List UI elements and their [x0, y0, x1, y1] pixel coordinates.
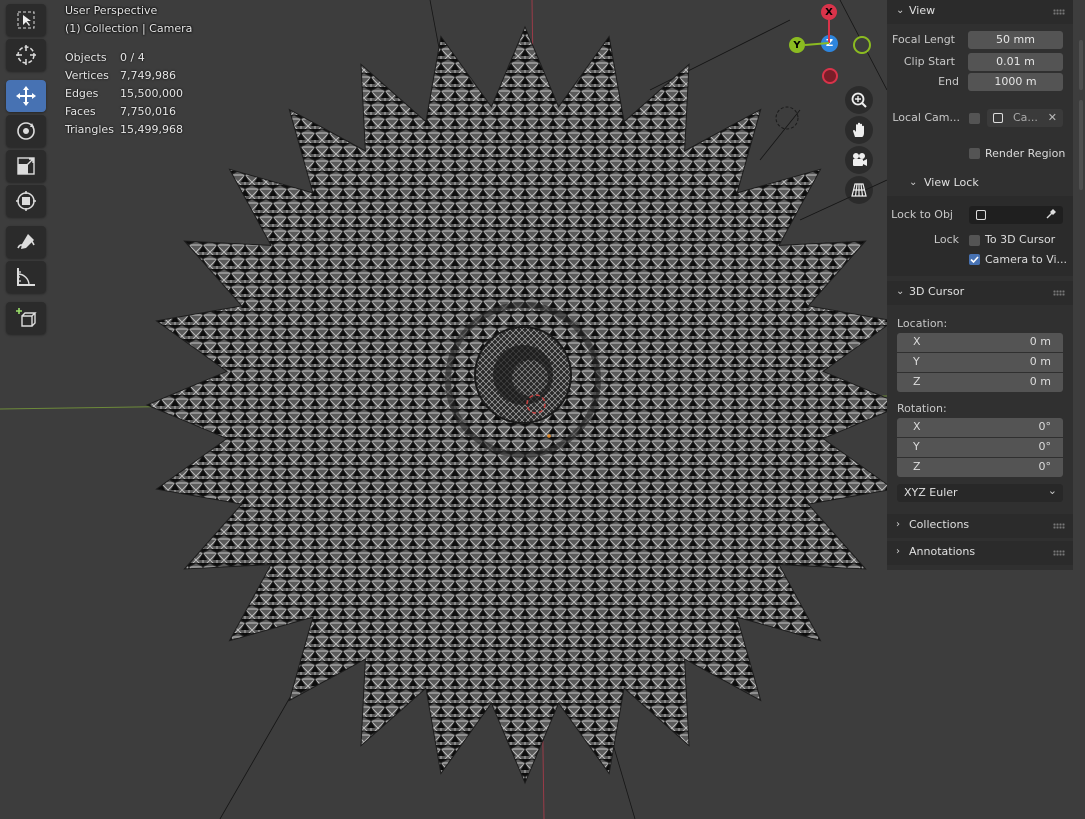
location-z-field[interactable]: Z0 m [897, 373, 1063, 392]
focal-length-field[interactable]: 50 mm [968, 31, 1063, 49]
cursor-tool[interactable] [6, 39, 46, 71]
annotate-icon [17, 234, 35, 249]
chevron-right-icon: › [896, 519, 900, 530]
location-y-field[interactable]: Y0 m [897, 353, 1063, 372]
cursor-icon [16, 45, 36, 65]
clip-end-field[interactable]: 1000 m [968, 73, 1063, 91]
transform-icon [16, 191, 36, 211]
grid-icon [851, 183, 867, 197]
sidebar-region-edge [1073, 0, 1085, 819]
perspective-toggle-button[interactable] [845, 176, 873, 204]
local-camera-field[interactable]: Ca... ✕ [987, 109, 1063, 127]
checkmark-icon [970, 256, 979, 264]
sidebar-tab[interactable] [1079, 100, 1083, 190]
local-camera-checkbox[interactable] [969, 113, 980, 124]
rotation-mode-dropdown[interactable]: XYZ Euler ⌄ [897, 484, 1063, 502]
sidebar-tab[interactable] [1079, 40, 1083, 90]
drag-handle-icon[interactable] [1053, 550, 1065, 556]
chevron-down-icon: ⌄ [1047, 484, 1057, 497]
move-tool[interactable] [6, 80, 46, 112]
3d-viewport[interactable]: User Perspective (1) Collection | Camera… [0, 0, 1085, 819]
lock-to-object-field[interactable] [969, 206, 1063, 224]
clip-start-label: Clip Start [903, 55, 955, 68]
rotate-icon [17, 122, 35, 140]
gizmo-z-axis[interactable]: Z [821, 35, 838, 52]
annotations-panel-header[interactable]: › Annotations [887, 541, 1073, 565]
clip-end-label: End [938, 75, 959, 88]
clip-start-field[interactable]: 0.01 m [968, 53, 1063, 71]
gizmo-x-axis[interactable]: X [821, 4, 837, 20]
zoom-button[interactable] [845, 86, 873, 114]
render-region-checkbox[interactable] [969, 148, 980, 159]
camera-object-icon [993, 113, 1003, 123]
object-icon [976, 210, 986, 220]
3d-cursor-panel-header[interactable]: ⌄ 3D Cursor [887, 281, 1073, 305]
lock-to-3d-cursor-label: To 3D Cursor [985, 233, 1056, 246]
gizmo-neg-y[interactable] [853, 36, 871, 54]
view-panel-header[interactable]: ⌄ View [887, 0, 1073, 24]
lock-label: Lock [933, 233, 959, 246]
select-box-tool[interactable] [6, 4, 46, 36]
camera-view-button[interactable] [845, 146, 873, 174]
view-title: User Perspective [65, 4, 158, 17]
camera-to-view-label: Camera to Vi... [985, 253, 1068, 266]
clear-icon[interactable]: ✕ [1048, 109, 1057, 127]
pan-button[interactable] [845, 116, 873, 144]
collections-panel-header[interactable]: › Collections [887, 514, 1073, 538]
rotation-z-field[interactable]: Z 0° [897, 458, 1063, 477]
rotation-x-field[interactable]: X 0° [897, 418, 1063, 437]
local-camera-label: Local Cam... [892, 111, 960, 124]
focal-length-label: Focal Lengt [892, 33, 955, 46]
rotation-y-field[interactable]: Y 0° [897, 438, 1063, 457]
gizmo-neg-z[interactable] [822, 68, 838, 84]
view-panel: Focal Lengt 50 mm Clip Start 0.01 m End … [887, 24, 1073, 172]
add-cube-icon [16, 308, 37, 327]
location-label: Location: [897, 317, 948, 330]
transform-tool[interactable] [6, 185, 46, 217]
annotate-tool[interactable] [6, 226, 46, 258]
add-cube-tool[interactable] [6, 302, 46, 334]
chevron-down-icon: ⌄ [896, 5, 905, 16]
gizmo-y-axis[interactable]: Y [789, 37, 805, 53]
camera-icon [853, 153, 867, 166]
measure-icon [17, 268, 35, 286]
render-region-label: Render Region [985, 147, 1066, 160]
properties-sidebar: ⌄ View Focal Lengt 50 mm Clip Start 0.01… [887, 0, 1073, 570]
eyedropper-icon[interactable] [1045, 208, 1057, 220]
lock-to-3d-cursor-checkbox[interactable] [969, 235, 980, 246]
drag-handle-icon[interactable] [1053, 523, 1065, 529]
view-subtitle: (1) Collection | Camera [65, 22, 193, 35]
view-lock-panel-header[interactable]: ⌄ View Lock [887, 172, 1073, 196]
move-icon [16, 86, 36, 106]
location-x-field[interactable]: X0 m [897, 333, 1063, 352]
lock-to-object-label: Lock to Obj [891, 208, 953, 221]
measure-tool[interactable] [6, 261, 46, 293]
hand-icon [853, 122, 864, 137]
zoom-icon [851, 92, 867, 108]
rotate-tool[interactable] [6, 115, 46, 147]
scale-tool[interactable] [6, 150, 46, 182]
scale-icon [17, 157, 35, 175]
chevron-right-icon: › [896, 546, 900, 557]
select-box-icon [17, 11, 35, 29]
drag-handle-icon[interactable] [1053, 9, 1065, 15]
chevron-down-icon: ⌄ [896, 286, 905, 297]
rotation-label: Rotation: [897, 402, 947, 415]
3d-cursor-panel: Location: X0 m Y0 m Z0 m Rotation: X 0° Y… [887, 305, 1073, 510]
camera-to-view-checkbox[interactable] [969, 254, 980, 265]
chevron-down-icon: ⌄ [909, 177, 918, 188]
drag-handle-icon[interactable] [1053, 290, 1065, 296]
view-lock-panel: Lock to Obj Lock To 3D Cursor Camera to … [887, 196, 1073, 276]
